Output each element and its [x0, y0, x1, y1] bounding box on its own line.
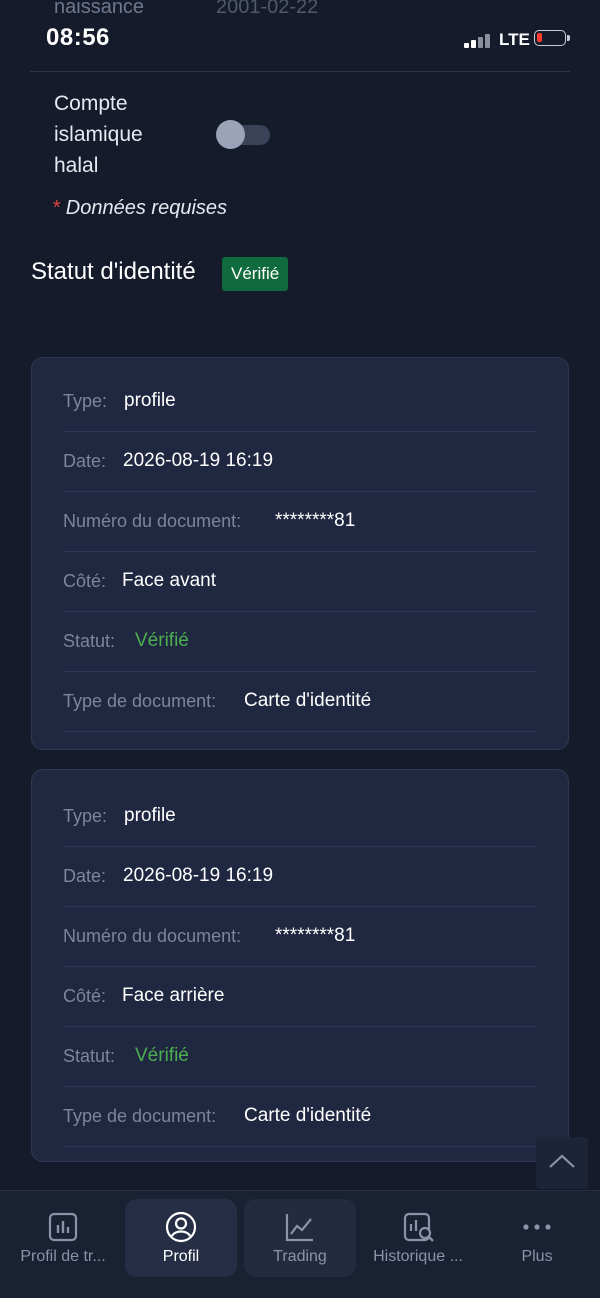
- doc-value: ********81: [275, 925, 356, 946]
- doc-row-status: Statut: Vérifié: [63, 612, 537, 672]
- toggle-knob: [216, 120, 245, 149]
- doc-key: Statut:: [63, 631, 116, 651]
- doc-key: Date:: [63, 451, 107, 471]
- islamic-account-row: Compte islamique halal: [54, 88, 354, 181]
- doc-value: profile: [124, 390, 176, 411]
- doc-value: Carte d'identité: [244, 1105, 372, 1126]
- history-search-icon: [403, 1212, 434, 1242]
- status-time: 08:56: [46, 24, 110, 51]
- doc-row-type: Type: profile: [63, 372, 537, 432]
- nav-item-history[interactable]: Historique ...: [362, 1199, 474, 1277]
- doc-row-number: Numéro du document: ********81: [63, 907, 537, 967]
- doc-value: ********81: [275, 510, 356, 531]
- doc-key: Côté:: [63, 986, 107, 1006]
- bar-chart-icon: [48, 1212, 78, 1242]
- doc-row-document-type: Type de document: Carte d'identité: [63, 1087, 537, 1147]
- birthdate-label: naissance: [54, 0, 145, 18]
- scroll-top-button[interactable]: [536, 1137, 588, 1189]
- doc-row-status: Statut: Vérifié: [63, 1027, 537, 1087]
- required-star: *: [52, 197, 60, 219]
- document-card: Type: profile Date: 2026-08-19 16:19 Num…: [31, 357, 569, 750]
- nav-label: Historique ...: [373, 1248, 463, 1265]
- identity-status-badge: Vérifié: [222, 257, 289, 291]
- battery-icon: [534, 30, 570, 46]
- doc-key: Type de document:: [63, 691, 217, 711]
- doc-row-date: Date: 2026-08-19 16:19: [63, 432, 537, 492]
- doc-key: Numéro du document:: [63, 511, 242, 531]
- doc-row-date: Date: 2026-08-19 16:19: [63, 847, 537, 907]
- doc-value: Face arrière: [122, 985, 225, 1006]
- doc-key: Statut:: [63, 1046, 116, 1066]
- nav-item-trader-profile[interactable]: Profil de tr...: [7, 1199, 119, 1277]
- signal-icon: [464, 34, 494, 48]
- chevron-up-icon: [549, 1154, 575, 1168]
- nav-label: Profil: [162, 1248, 200, 1265]
- doc-value: profile: [124, 805, 176, 826]
- doc-key: Type:: [63, 806, 108, 826]
- required-text: Données requises: [65, 197, 228, 219]
- doc-key: Type:: [63, 391, 108, 411]
- doc-row-side: Côté: Face arrière: [63, 967, 537, 1027]
- birthdate-value: 2001-02-22: [216, 0, 319, 18]
- divider: [30, 71, 570, 72]
- doc-row-number: Numéro du document: ********81: [63, 492, 537, 552]
- doc-status-value: Vérifié: [135, 630, 189, 651]
- doc-row-document-type: Type de document: Carte d'identité: [63, 672, 537, 732]
- status-bar: 08:56 LTE: [0, 24, 600, 56]
- islamic-account-toggle[interactable]: [216, 120, 272, 149]
- doc-row-side: Côté: Face avant: [63, 552, 537, 612]
- doc-row-type: Type: profile: [63, 787, 537, 847]
- bottom-navigation: Profil de tr... Profil Trading Historiqu…: [0, 1190, 600, 1298]
- doc-key: Date:: [63, 866, 107, 886]
- nav-item-more[interactable]: Plus: [481, 1199, 593, 1277]
- document-card: Type: profile Date: 2026-08-19 16:19 Num…: [31, 769, 569, 1162]
- nav-item-profile[interactable]: Profil: [125, 1199, 237, 1277]
- doc-key: Numéro du document:: [63, 926, 242, 946]
- doc-value: 2026-08-19 16:19: [123, 450, 274, 471]
- doc-value: Face avant: [122, 570, 216, 591]
- doc-value: 2026-08-19 16:19: [123, 865, 274, 886]
- line-chart-icon: [285, 1214, 313, 1242]
- islamic-account-label: Compte islamique halal: [54, 92, 143, 177]
- identity-status-title: Statut d'identité: [31, 258, 196, 285]
- nav-label: Plus: [521, 1248, 553, 1265]
- doc-value: Carte d'identité: [244, 690, 372, 711]
- doc-key: Type de document:: [63, 1106, 217, 1126]
- network-label: LTE: [499, 30, 530, 49]
- required-note: * Données requises: [52, 197, 227, 220]
- nav-item-trading[interactable]: Trading: [244, 1199, 356, 1277]
- doc-key: Côté:: [63, 571, 107, 591]
- user-circle-icon: [165, 1211, 197, 1243]
- nav-label: Profil de tr...: [20, 1248, 106, 1265]
- birthdate-row: naissance 2001-02-22: [54, 0, 570, 24]
- more-dots-icon: [523, 1224, 551, 1230]
- nav-label: Trading: [273, 1248, 327, 1265]
- doc-status-value: Vérifié: [135, 1045, 189, 1066]
